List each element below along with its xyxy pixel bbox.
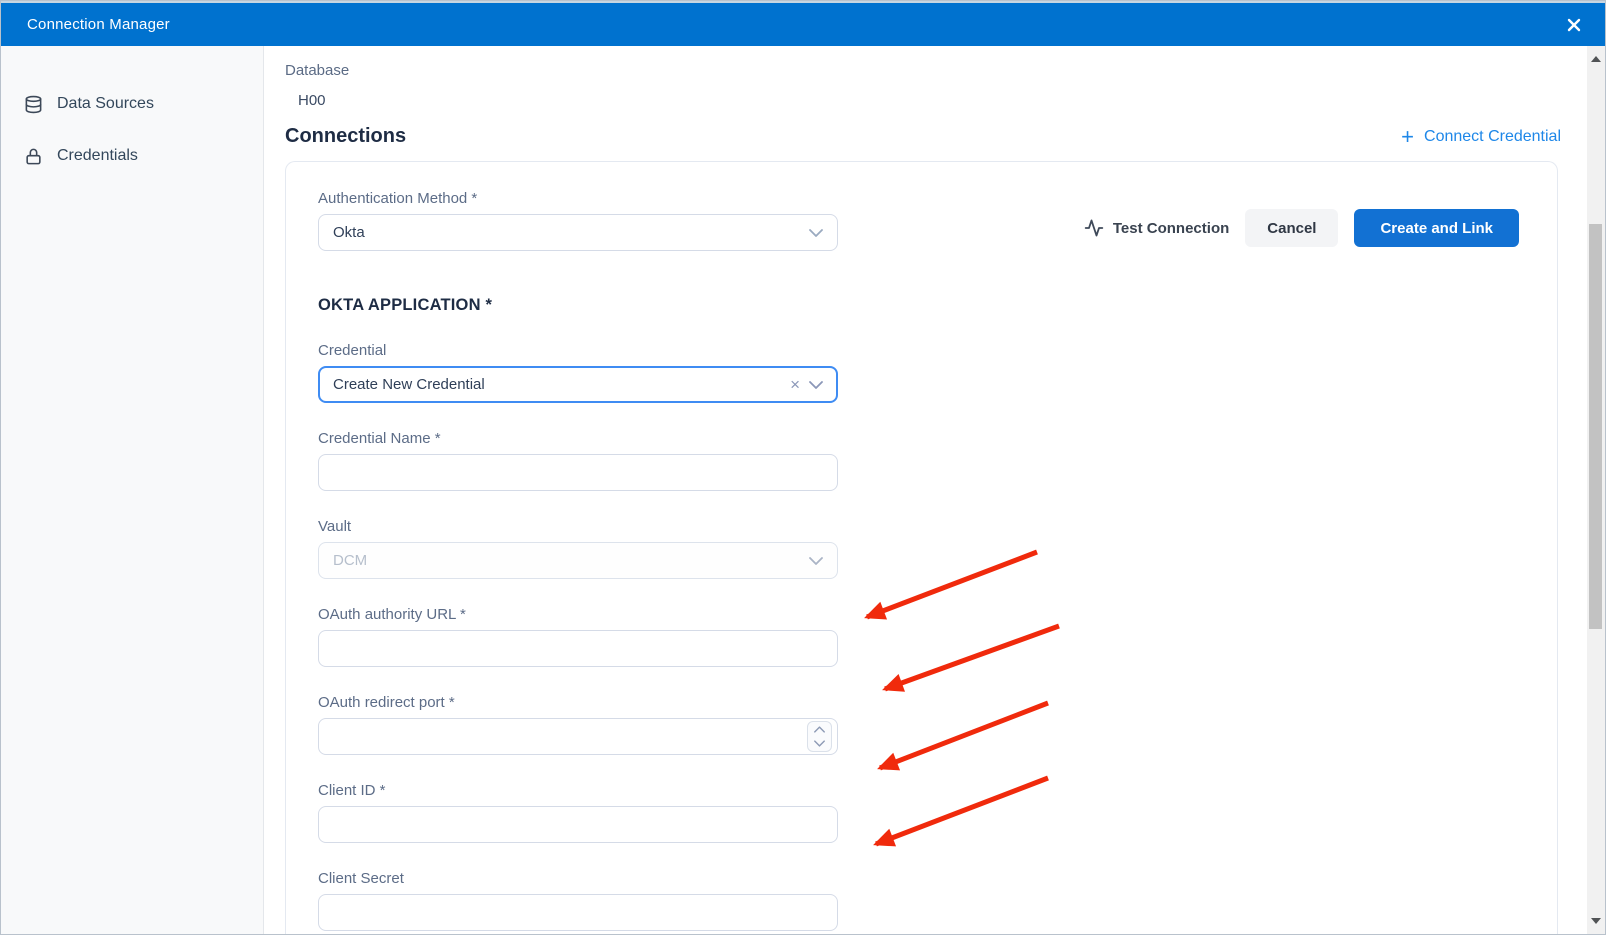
window-title: Connection Manager	[27, 16, 170, 33]
scroll-down-icon[interactable]	[1587, 912, 1605, 930]
connection-manager-window: Connection Manager Data Sources	[0, 0, 1606, 935]
oauth-authority-url-label: OAuth authority URL *	[318, 606, 838, 623]
connect-credential-button[interactable]: + Connect Credential	[1401, 128, 1561, 146]
plus-icon: +	[1401, 129, 1414, 145]
credential-name-input[interactable]	[318, 454, 838, 491]
lock-icon	[23, 146, 43, 166]
connection-form-card: Test Connection Cancel Create and Link A…	[285, 161, 1558, 935]
sidebar-item-data-sources[interactable]: Data Sources	[1, 84, 263, 124]
client-id-label: Client ID *	[318, 782, 838, 799]
vault-select[interactable]: DCM	[318, 542, 838, 579]
oauth-redirect-port-input[interactable]	[318, 718, 838, 755]
close-icon[interactable]	[1565, 16, 1583, 34]
main-content: Database H00 Connections + Connect Crede…	[264, 46, 1605, 934]
sidebar-item-credentials[interactable]: Credentials	[1, 136, 263, 176]
auth-method-value: Okta	[333, 224, 365, 241]
oauth-authority-url-field: OAuth authority URL *	[318, 606, 838, 667]
title-bar: Connection Manager	[1, 1, 1605, 46]
number-spinner	[807, 721, 832, 752]
oauth-redirect-port-field: OAuth redirect port *	[318, 694, 838, 755]
auth-method-select[interactable]: Okta	[318, 214, 838, 251]
clear-icon[interactable]: ×	[790, 376, 800, 393]
oauth-authority-url-input[interactable]	[318, 630, 838, 667]
connect-credential-label: Connect Credential	[1424, 128, 1561, 146]
test-connection-button[interactable]: Test Connection	[1084, 218, 1229, 238]
connections-header-row: Connections + Connect Credential	[285, 125, 1575, 148]
credential-field: Credential Create New Credential ×	[318, 342, 838, 403]
scrollbar-thumb[interactable]	[1589, 224, 1602, 629]
client-secret-label: Client Secret	[318, 870, 838, 887]
window-body: Data Sources Credentials Database H00 Co…	[1, 46, 1605, 934]
oauth-redirect-port-label: OAuth redirect port *	[318, 694, 838, 711]
vault-value: DCM	[333, 552, 367, 569]
vault-field: Vault DCM	[318, 518, 838, 579]
credential-name-label: Credential Name *	[318, 430, 838, 447]
credential-value: Create New Credential	[333, 376, 485, 393]
sidebar-item-label: Credentials	[57, 147, 138, 165]
scroll-up-icon[interactable]	[1587, 50, 1605, 68]
database-label: Database	[285, 62, 1575, 79]
chevron-down-icon	[809, 229, 823, 237]
client-id-input[interactable]	[318, 806, 838, 843]
spinner-down-icon[interactable]	[808, 737, 831, 752]
credential-label: Credential	[318, 342, 838, 359]
credential-name-field: Credential Name *	[318, 430, 838, 491]
database-icon	[23, 94, 43, 114]
client-secret-field: Client Secret	[318, 870, 838, 931]
okta-application-heading: OKTA APPLICATION *	[318, 296, 1519, 315]
chevron-down-icon	[809, 557, 823, 565]
page-title: Connections	[285, 125, 406, 148]
create-and-link-button[interactable]: Create and Link	[1354, 209, 1519, 247]
client-id-field: Client ID *	[318, 782, 838, 843]
cancel-button[interactable]: Cancel	[1245, 209, 1338, 247]
auth-method-label: Authentication Method *	[318, 190, 838, 207]
auth-method-field: Authentication Method * Okta	[318, 190, 838, 251]
vertical-scrollbar[interactable]	[1587, 46, 1605, 934]
form-actions: Test Connection Cancel Create and Link	[1084, 209, 1519, 247]
client-secret-input[interactable]	[318, 894, 838, 931]
sidebar-item-label: Data Sources	[57, 95, 154, 113]
sidebar: Data Sources Credentials	[1, 46, 264, 934]
test-connection-label: Test Connection	[1113, 220, 1229, 237]
vault-label: Vault	[318, 518, 838, 535]
database-value: H00	[298, 92, 1575, 109]
activity-icon	[1084, 218, 1104, 238]
chevron-down-icon	[809, 381, 823, 389]
credential-select[interactable]: Create New Credential ×	[318, 366, 838, 403]
spinner-up-icon[interactable]	[808, 722, 831, 737]
